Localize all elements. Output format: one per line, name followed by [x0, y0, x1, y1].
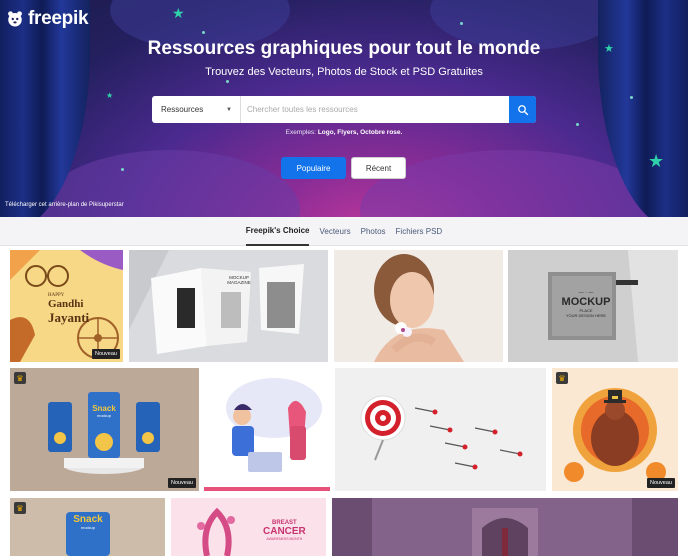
popular-button[interactable]: Populaire	[281, 157, 346, 179]
sign-line-3: YOUR DESIGN HERE	[565, 313, 607, 318]
snack-brand: Snack	[92, 404, 116, 413]
star-icon: ★	[106, 91, 114, 100]
resource-tile-business-people[interactable]	[204, 368, 330, 491]
snack-brand: Snack	[73, 514, 103, 525]
category-select[interactable]: Ressources ▼	[152, 96, 241, 123]
new-badge: Nouveau	[91, 349, 120, 359]
search-icon	[517, 104, 528, 115]
brand-name: freepik	[28, 8, 89, 29]
sign-text: — · — MOCKUP PLACE YOUR DESIGN HERE	[556, 290, 616, 318]
magazine-mockup-image	[129, 250, 328, 362]
sign-line-1: MOCKUP	[561, 296, 611, 308]
breast-line-2: CANCER	[263, 526, 306, 537]
sparkle	[460, 22, 463, 25]
star-icon: ★	[648, 151, 665, 171]
breast-line-3: AWARENESS MONTH	[266, 537, 303, 541]
recent-button[interactable]: Récent	[351, 157, 406, 179]
resource-tile-woman-orchid[interactable]	[334, 250, 503, 362]
freepik-logo-icon	[8, 11, 22, 27]
gandhi-text: HAPPY Gandhi Jayanti	[48, 293, 89, 326]
castle-illustration	[332, 498, 678, 556]
snack-sub: mockup	[96, 413, 111, 418]
snack-label: Snack mockup	[66, 514, 110, 530]
resource-tile-snack-mockup[interactable]: Snack mockup ♛ Nouveau	[10, 368, 199, 491]
resource-tile-castle[interactable]	[332, 498, 678, 556]
turkey-illustration	[552, 368, 678, 491]
search-input[interactable]	[241, 96, 509, 123]
premium-crown-icon: ♛	[14, 372, 26, 384]
tab-fichiers-psd[interactable]: Fichiers PSD	[396, 217, 443, 246]
freepik-logo[interactable]: freepik	[6, 8, 89, 30]
star-icon: ★	[172, 5, 185, 21]
resource-tile-darts-target[interactable]	[335, 368, 546, 491]
chevron-down-icon: ▼	[226, 106, 232, 113]
search-button[interactable]	[509, 96, 536, 123]
gandhi-line-3: Jayanti	[48, 310, 90, 325]
darts-target-image	[335, 368, 546, 491]
tab-photos[interactable]: Photos	[361, 217, 386, 246]
new-badge: Nouveau	[167, 478, 196, 488]
resource-tile-magazine-mockup[interactable]: MOCKUP MAGAZINE	[129, 250, 328, 362]
background-credit-link[interactable]: Télécharger cet arrière-plan de Pikisupe…	[5, 202, 124, 208]
resource-tile-thanksgiving-turkey[interactable]: ♛ Nouveau	[552, 368, 678, 491]
category-tabs: Freepik's Choice Vecteurs Photos Fichier…	[0, 217, 688, 246]
resource-tile-breast-cancer[interactable]: BREAST CANCER AWARENESS MONTH	[171, 498, 326, 556]
breast-cancer-text: BREAST CANCER AWARENESS MONTH	[263, 520, 306, 541]
search-examples: Exemples: Logo, Flyers, Octobre rose.	[0, 129, 688, 136]
snack-label: Snack mockup	[88, 404, 120, 418]
hero-subtitle: Trouvez des Vecteurs, Photos de Stock et…	[205, 66, 483, 78]
category-select-value: Ressources	[161, 105, 204, 114]
hero-title: Ressources graphiques pour tout le monde	[147, 38, 541, 59]
sparkle	[226, 80, 229, 83]
sparkle	[202, 31, 205, 34]
gandhi-line-2: Gandhi	[48, 298, 84, 310]
premium-crown-icon: ♛	[14, 502, 26, 514]
tab-freepiks-choice[interactable]: Freepik's Choice	[245, 217, 310, 246]
examples-label: Exemples:	[285, 129, 316, 136]
snack-sub: mockup	[80, 525, 95, 530]
resource-tile-snack-mockup-2[interactable]: Snack mockup ♛	[10, 498, 165, 556]
hero-banner: ★ ★ ★ ★ freepik Ressources graphiques po…	[0, 0, 688, 217]
search-bar: Ressources ▼	[152, 96, 536, 123]
premium-crown-icon: ♛	[556, 372, 568, 384]
woman-photo	[334, 250, 503, 362]
magazine-title: MOCKUP MAGAZINE	[227, 275, 251, 285]
tab-vecteurs[interactable]: Vecteurs	[319, 217, 350, 246]
new-badge: Nouveau	[646, 478, 675, 488]
sparkle	[630, 96, 633, 99]
resource-tile-sign-mockup[interactable]: — · — MOCKUP PLACE YOUR DESIGN HERE	[508, 250, 678, 362]
snack-mockup-image	[10, 368, 199, 491]
sparkle	[576, 123, 579, 126]
examples-links[interactable]: Logo, Flyers, Octobre rose.	[318, 129, 403, 136]
sparkle	[121, 168, 124, 171]
business-people-illustration	[204, 368, 330, 491]
resource-tile-gandhi-jayanti[interactable]: HAPPY Gandhi Jayanti Nouveau	[10, 250, 123, 362]
